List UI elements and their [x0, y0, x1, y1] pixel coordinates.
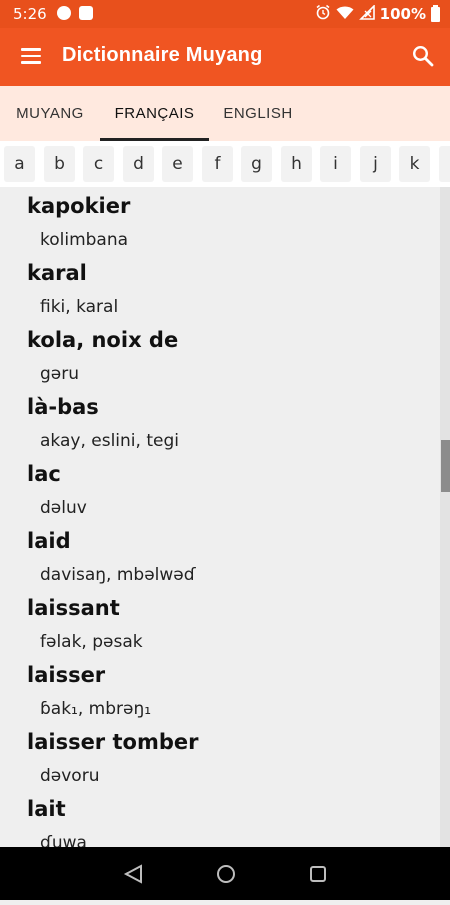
- entry-translation: akay, eslini, tegi: [40, 431, 179, 451]
- letter-j[interactable]: j: [360, 146, 391, 182]
- entry-headword[interactable]: là-bas: [27, 395, 99, 419]
- letter-b[interactable]: b: [44, 146, 75, 182]
- battery-text: 100%: [379, 5, 426, 23]
- letter-i[interactable]: i: [320, 146, 351, 182]
- entry-translation: ɗuwa: [40, 833, 87, 847]
- entry-headword[interactable]: lac: [27, 462, 61, 486]
- entry-headword[interactable]: laisser tomber: [27, 730, 198, 754]
- letter-a[interactable]: a: [4, 146, 35, 182]
- dictionary-list: kapokier kolimbana karal fiki, karal kol…: [0, 187, 440, 847]
- letter-h[interactable]: h: [281, 146, 312, 182]
- notification-square-icon: [79, 6, 93, 20]
- status-time: 5:26: [13, 5, 47, 23]
- tab-english[interactable]: ENGLISH: [209, 86, 307, 141]
- language-tabs: MUYANG FRANÇAIS ENGLISH: [0, 86, 450, 141]
- entry-headword[interactable]: laisser: [27, 663, 105, 687]
- entry-translation: dəvoru: [40, 766, 100, 786]
- entry-headword[interactable]: laissant: [27, 596, 120, 620]
- notification-icon: [57, 6, 71, 20]
- entry-headword[interactable]: laid: [27, 529, 71, 553]
- entry-translation: ɓak₁, mbrəŋ₁: [40, 699, 152, 719]
- nav-back-icon[interactable]: [104, 847, 164, 900]
- tab-muyang[interactable]: MUYANG: [0, 86, 100, 141]
- letter-d[interactable]: d: [123, 146, 154, 182]
- entry-translation: dəluv: [40, 498, 87, 518]
- navigation-bar: [0, 847, 450, 900]
- letter-k[interactable]: k: [399, 146, 430, 182]
- entry-translation: fəlak, pəsak: [40, 632, 143, 652]
- status-bar: 5:26 100%: [0, 0, 450, 28]
- letter-c[interactable]: c: [83, 146, 114, 182]
- wifi-icon: [336, 5, 354, 24]
- entry-translation: kolimbana: [40, 230, 129, 250]
- status-icons: 100%: [315, 3, 440, 24]
- entry-headword[interactable]: karal: [27, 261, 87, 285]
- nav-recents-icon[interactable]: [288, 847, 348, 900]
- search-icon[interactable]: [412, 45, 434, 67]
- entry-headword[interactable]: lait: [27, 797, 66, 821]
- nav-home-icon[interactable]: [196, 847, 256, 900]
- battery-icon: [431, 4, 440, 22]
- scrollbar-thumb[interactable]: [441, 440, 450, 492]
- entry-translation: davisaŋ, mbəlwəɗ: [40, 565, 196, 585]
- scrollbar-track: [440, 187, 450, 847]
- entry-headword[interactable]: kapokier: [27, 194, 130, 218]
- letter-f[interactable]: f: [202, 146, 233, 182]
- app-title: Dictionnaire Muyang: [62, 44, 263, 66]
- entry-translation: gəru: [40, 364, 80, 384]
- letter-index: a b c d e f g h i j k: [0, 141, 450, 187]
- entry-headword[interactable]: kola, noix de: [27, 328, 178, 352]
- menu-icon[interactable]: [21, 47, 41, 65]
- app-bar: Dictionnaire Muyang: [0, 28, 450, 86]
- letter-e[interactable]: e: [162, 146, 193, 182]
- entry-translation: fiki, karal: [40, 297, 119, 317]
- tab-francais[interactable]: FRANÇAIS: [100, 86, 209, 141]
- alarm-icon: [315, 4, 331, 24]
- letter-next[interactable]: [439, 146, 450, 182]
- signal-icon: [358, 3, 375, 24]
- letter-g[interactable]: g: [241, 146, 272, 182]
